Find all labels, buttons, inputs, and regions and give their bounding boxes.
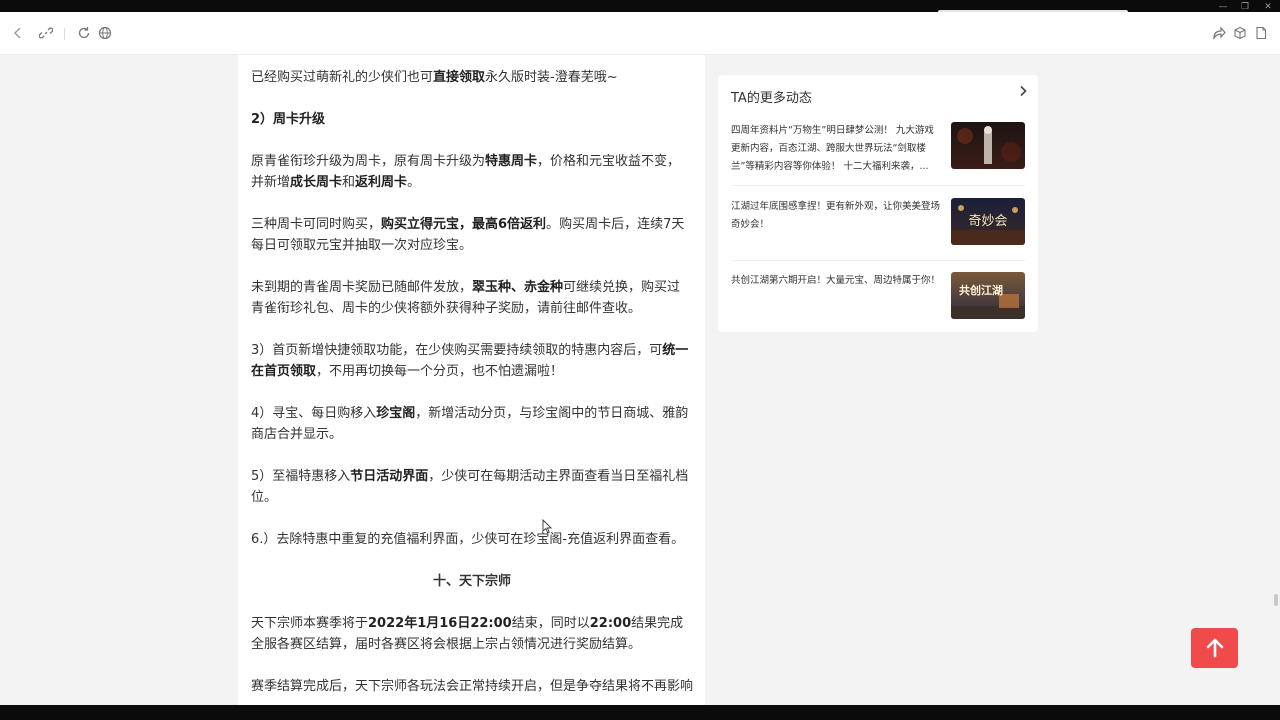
close-icon[interactable]: ✕ bbox=[1261, 2, 1275, 12]
article-paragraph: 未到期的青雀周卡奖励已随邮件发放，翠玉种、赤金种可继续兑换，购买过青雀衔珍礼包、… bbox=[251, 280, 681, 316]
cube-icon[interactable] bbox=[1231, 24, 1249, 42]
article-paragraph: 天下宗师本赛季将于2022年1月16日22:00结束，同时以22:00结果完成全… bbox=[251, 616, 684, 652]
feed-item[interactable]: 四周年资料片“万物生”明日肆梦公测！ 九大游戏更新内容，百态江湖、跨服大世界玩法… bbox=[731, 122, 1025, 172]
article-paragraph: 原青雀衔珍升级为周卡，原有周卡升级为特惠周卡，价格和元宝收益不变，并新增成长周卡… bbox=[251, 154, 681, 190]
feed-item-text[interactable]: 江湖过年底围感拿捏！更有新外观，让你美美登场奇妙会！ bbox=[731, 198, 941, 234]
page-background-left bbox=[0, 55, 238, 705]
section-heading-weekcard: 2）周卡升级 bbox=[251, 112, 326, 127]
more-updates-card: TA的更多动态 四周年资料片“万物生”明日肆梦公测！ 九大游戏更新内容，百态江湖… bbox=[718, 75, 1038, 332]
thumbnail-caption: 奇妙会 bbox=[968, 213, 1007, 229]
more-updates-title[interactable]: TA的更多动态 bbox=[731, 87, 812, 106]
minimize-icon[interactable]: — bbox=[1216, 2, 1230, 12]
article-paragraph: 已经购买过萌新礼的少侠们也可直接领取永久版时装-澄春芜哦~ bbox=[251, 70, 618, 85]
document-icon[interactable] bbox=[1252, 24, 1270, 42]
article-paragraph: 4）寻宝、每日购移入珍宝阁，新增活动分页，与珍宝阁中的节日商城、雅韵商店合并显示… bbox=[251, 406, 689, 442]
back-to-top-button[interactable] bbox=[1191, 628, 1238, 668]
article-paragraph: 5）至福特惠移入节日活动界面，少侠可在每期活动主界面查看当日至福礼档位。 bbox=[251, 469, 689, 505]
reload-icon[interactable] bbox=[75, 24, 93, 42]
article-paragraph: 赛季结算完成后，天下宗师各玩法会正常持续开启，但是争夺结果将不再影响 bbox=[251, 679, 694, 694]
mouse-cursor-icon bbox=[542, 518, 553, 538]
restore-icon[interactable]: ❐ bbox=[1238, 2, 1252, 12]
feed-divider bbox=[731, 260, 1025, 261]
thumbnail-caption: 共创江湖 bbox=[959, 283, 1003, 297]
globe-icon[interactable] bbox=[96, 24, 114, 42]
scrollbar-thumb[interactable] bbox=[1274, 594, 1278, 606]
share-icon[interactable] bbox=[1210, 24, 1228, 42]
back-icon[interactable] bbox=[9, 24, 27, 42]
window-titlebar: — ❐ ✕ bbox=[0, 0, 1280, 14]
article-content: 已经购买过萌新礼的少侠们也可直接领取永久版时装-澄春芜哦~ 2）周卡升级 原青雀… bbox=[238, 55, 705, 705]
toolbar-divider bbox=[64, 28, 65, 40]
browser-toolbar bbox=[0, 12, 1280, 55]
article-paragraph: 3）首页新增快捷领取功能，在少侠购买需要持续领取的特惠内容后，可统一在首页领取，… bbox=[251, 343, 689, 379]
feed-item-text[interactable]: 四周年资料片“万物生”明日肆梦公测！ 九大游戏更新内容，百态江湖、跨服大世界玩法… bbox=[731, 122, 941, 172]
taskbar bbox=[0, 705, 1280, 720]
feed-item-text[interactable]: 共创江湖第六期开启！大量元宝、周边特属于你！ bbox=[731, 272, 941, 290]
feed-divider bbox=[731, 185, 1025, 186]
feed-item-thumbnail[interactable]: 奇妙会 bbox=[951, 198, 1025, 245]
article-paragraph: 6.）去除特惠中重复的充值福利界面，少侠可在珍宝阁-充值返利界面查看。 bbox=[251, 532, 685, 547]
feed-item[interactable]: 江湖过年底围感拿捏！更有新外观，让你美美登场奇妙会！ 奇妙会 bbox=[731, 198, 1025, 248]
article-paragraph: 三种周卡可同时购买，购买立得元宝，最高6倍返利。购买周卡后，连续7天每日可领取元… bbox=[251, 217, 685, 253]
chevron-right-icon[interactable] bbox=[1018, 85, 1028, 101]
arrow-up-icon bbox=[1206, 638, 1223, 658]
link-icon[interactable] bbox=[37, 24, 55, 42]
section-heading-tianxia: 十、天下宗师 bbox=[432, 574, 511, 589]
feed-item[interactable]: 共创江湖第六期开启！大量元宝、周边特属于你！ 共创江湖 bbox=[731, 272, 1025, 322]
feed-item-thumbnail[interactable]: 共创江湖 bbox=[951, 272, 1025, 319]
feed-item-thumbnail[interactable] bbox=[951, 122, 1025, 169]
